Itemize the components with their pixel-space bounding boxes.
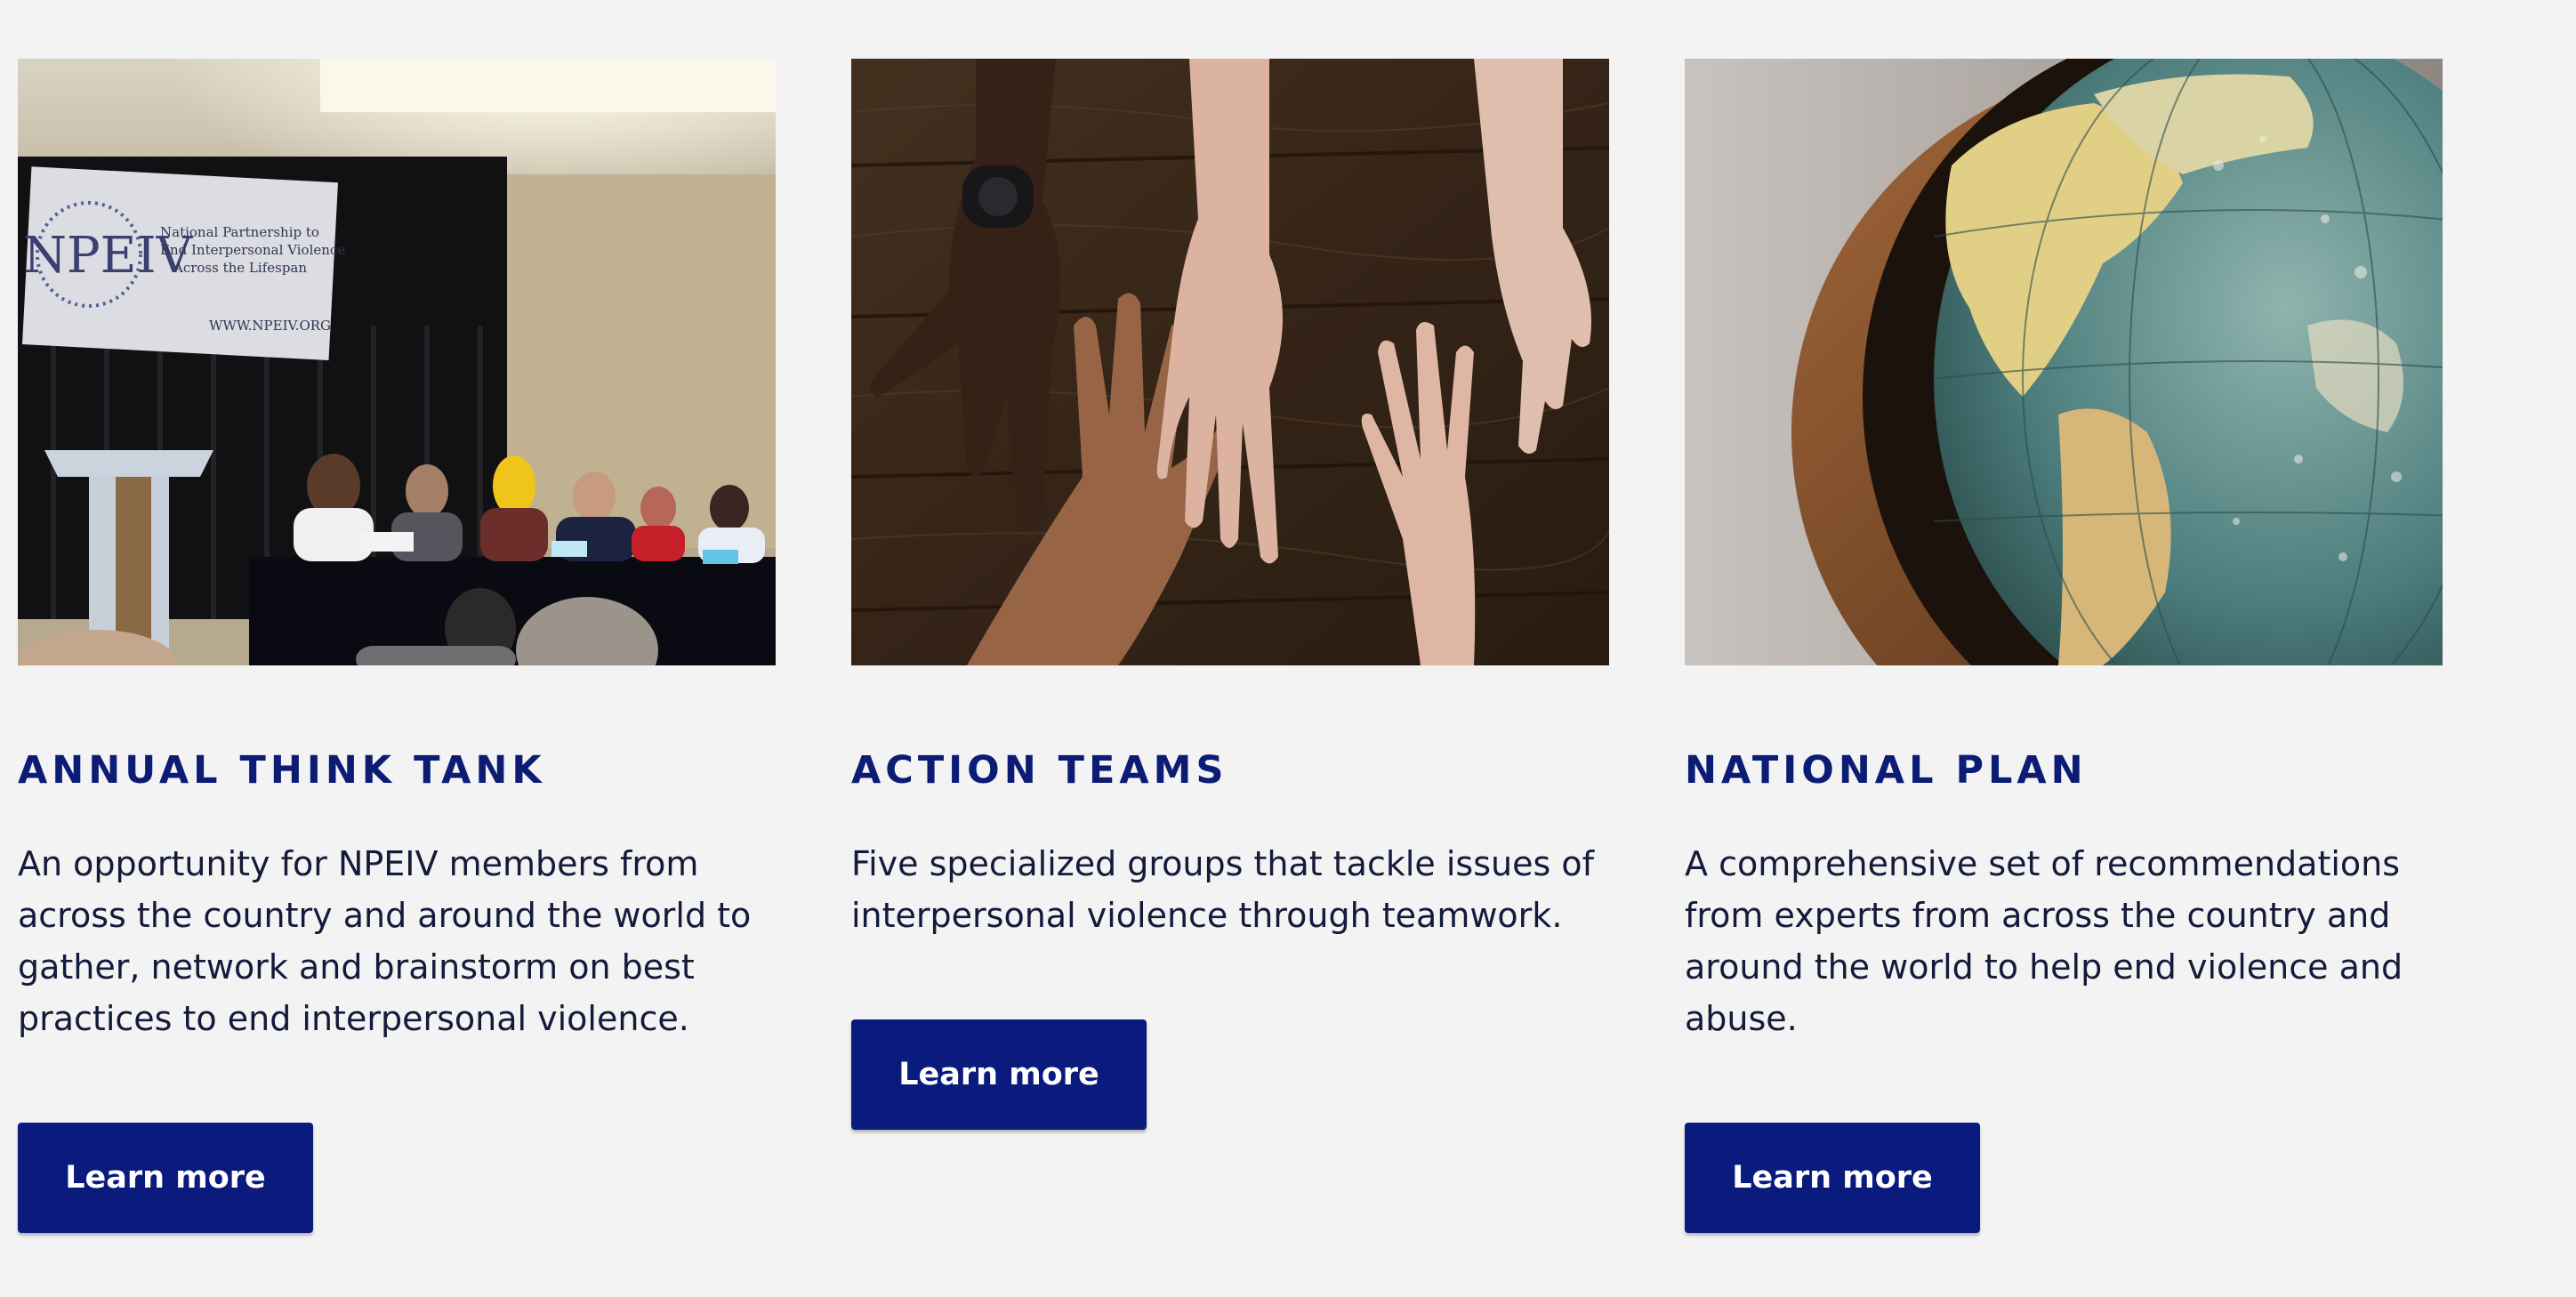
learn-more-button[interactable]: Learn more <box>18 1123 313 1233</box>
feature-cards: NPEIV National Partnership to End Interp… <box>0 0 2576 1297</box>
card-national-plan: NATIONAL PLAN A comprehensive set of rec… <box>1685 59 2443 1233</box>
card-title: NATIONAL PLAN <box>1685 748 2088 793</box>
card-title: ACTION TEAMS <box>851 748 1228 793</box>
card-action-teams: ACTION TEAMS Five specialized groups tha… <box>851 59 1609 1130</box>
card-annual-think-tank: NPEIV National Partnership to End Interp… <box>18 59 776 1233</box>
globe-photo <box>1685 59 2443 665</box>
card-description: An opportunity for NPEIV members from ac… <box>18 844 752 1038</box>
card-description: Five specialized groups that tackle issu… <box>851 844 1594 935</box>
card-description: A comprehensive set of recommendations f… <box>1685 844 2403 1038</box>
svg-text:WWW.NPEIV.ORG: WWW.NPEIV.ORG <box>209 318 331 334</box>
panel-discussion-photo: NPEIV National Partnership to End Interp… <box>18 59 776 665</box>
svg-text:Across the Lifespan: Across the Lifespan <box>173 260 307 276</box>
svg-text:End Interpersonal Violence: End Interpersonal Violence <box>160 242 345 258</box>
hands-on-table-photo <box>851 59 1609 665</box>
learn-more-button[interactable]: Learn more <box>1685 1123 1980 1233</box>
card-title: ANNUAL THINK TANK <box>18 748 546 793</box>
learn-more-button[interactable]: Learn more <box>851 1019 1147 1130</box>
svg-text:National Partnership to: National Partnership to <box>160 224 319 240</box>
